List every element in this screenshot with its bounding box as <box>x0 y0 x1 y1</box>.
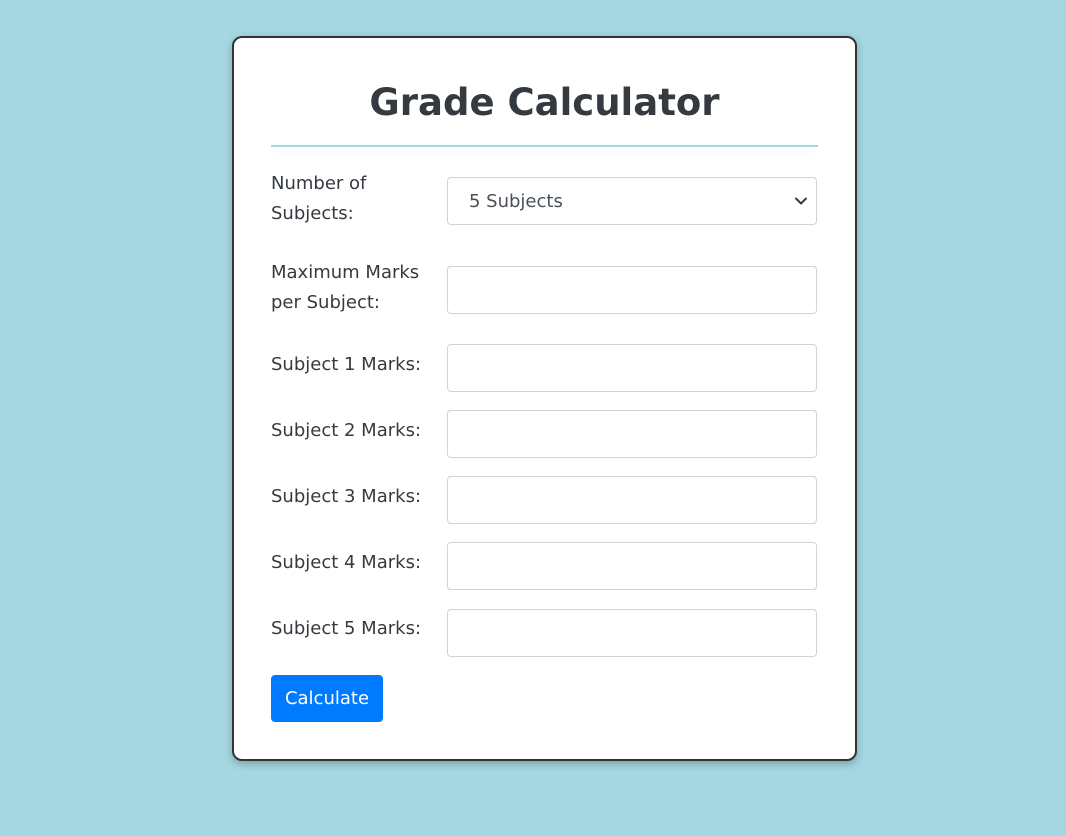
subject-5-input[interactable] <box>447 609 817 657</box>
chevron-down-icon <box>794 194 808 208</box>
subject-4-label: Subject 4 Marks: <box>271 552 422 573</box>
calculate-button[interactable]: Calculate <box>271 675 383 722</box>
subject-3-input[interactable] <box>447 476 817 524</box>
title-divider <box>271 145 818 147</box>
subject-2-input[interactable] <box>447 410 817 458</box>
subject-1-input[interactable] <box>447 344 817 392</box>
num-subjects-value: 5 Subjects <box>469 190 563 212</box>
subject-4-input[interactable] <box>447 542 817 590</box>
subject-5-label: Subject 5 Marks: <box>271 618 422 639</box>
grade-calculator-card: Grade Calculator Number of Subjects: 5 S… <box>232 36 857 761</box>
subject-2-label: Subject 2 Marks: <box>271 420 422 441</box>
num-subjects-label: Number of Subjects: <box>271 173 367 224</box>
num-subjects-select[interactable]: 5 Subjects <box>447 177 817 225</box>
max-marks-input[interactable] <box>447 266 817 314</box>
subject-1-label: Subject 1 Marks: <box>271 354 422 375</box>
subject-3-label: Subject 3 Marks: <box>271 486 422 507</box>
page-title: Grade Calculator <box>369 81 720 124</box>
max-marks-label: Maximum Marks per Subject: <box>271 262 420 313</box>
